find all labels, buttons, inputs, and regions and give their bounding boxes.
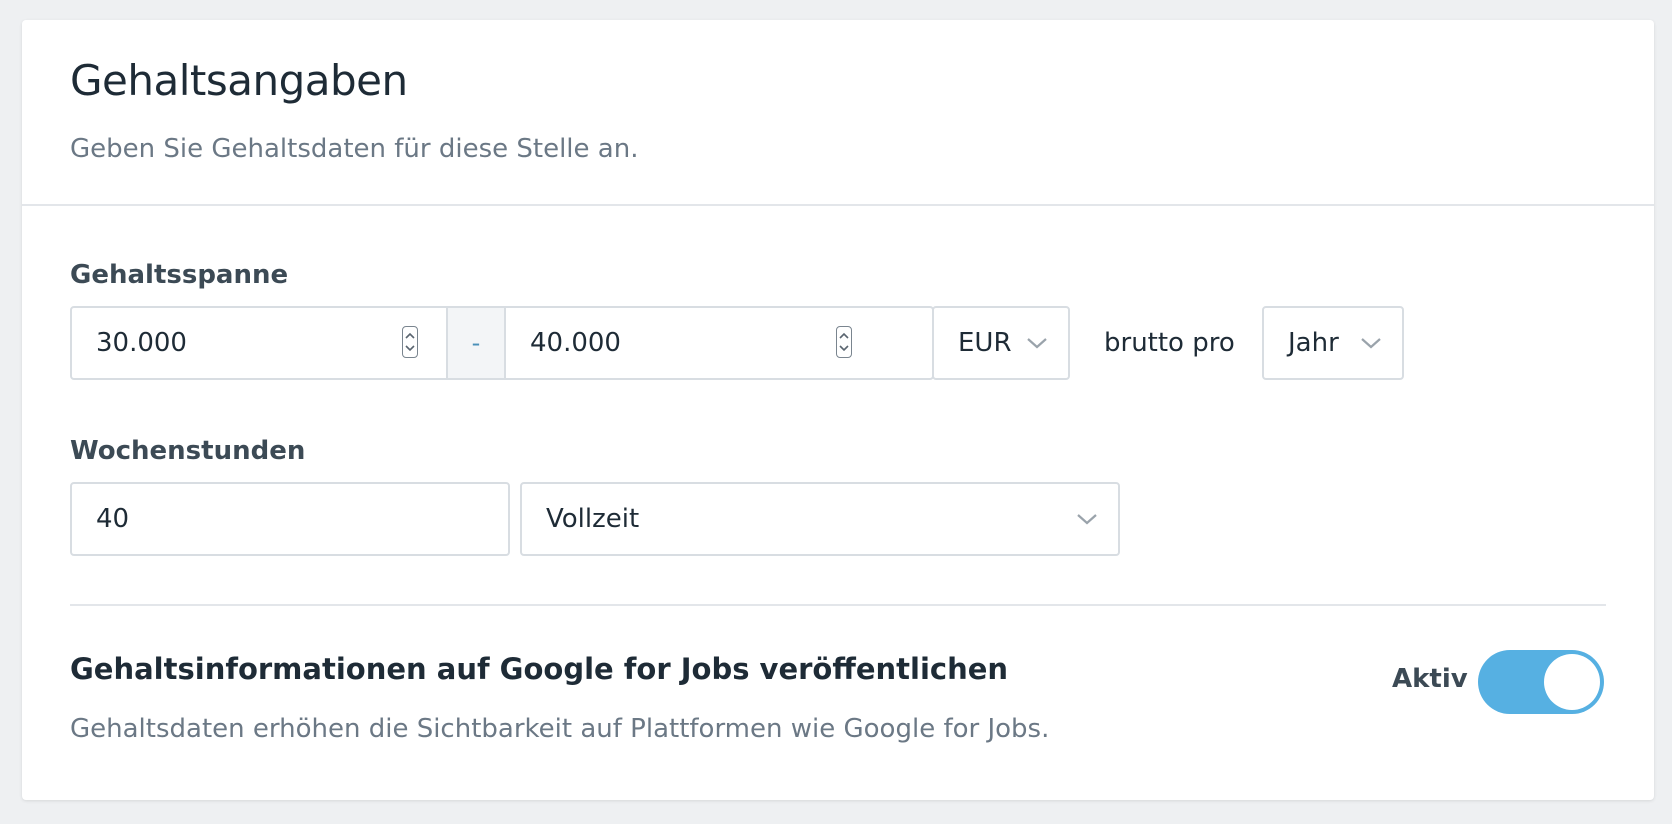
- salary-range-separator: -: [446, 308, 506, 378]
- salary-range-group: 30.000 - 40.000: [70, 306, 934, 380]
- weekly-hours-value: 40: [96, 504, 130, 534]
- salary-min-value: 30.000: [96, 328, 187, 358]
- salary-min-input[interactable]: 30.000: [72, 308, 446, 378]
- gross-per-text: brutto pro: [1104, 328, 1235, 358]
- chevron-down-icon: [1027, 338, 1047, 349]
- salary-min-spinner-icon[interactable]: [402, 326, 418, 358]
- salary-max-value: 40.000: [530, 328, 621, 358]
- employment-type-select[interactable]: Vollzeit: [520, 482, 1120, 556]
- page-title: Gehaltsangaben: [70, 56, 408, 105]
- toggle-label: Aktiv: [1392, 664, 1468, 694]
- toggle-knob: [1544, 654, 1600, 710]
- salary-range-label: Gehaltsspanne: [70, 260, 289, 290]
- publish-description: Gehaltsdaten erhöhen die Sichtbarkeit au…: [70, 714, 1050, 744]
- salary-max-input[interactable]: 40.000: [506, 308, 880, 378]
- currency-value: EUR: [958, 328, 1012, 358]
- period-value: Jahr: [1288, 328, 1339, 358]
- salary-card: Gehaltsangaben Geben Sie Gehaltsdaten fü…: [22, 20, 1654, 800]
- publish-toggle[interactable]: [1478, 650, 1604, 714]
- currency-select[interactable]: EUR: [932, 306, 1070, 380]
- card-header: Gehaltsangaben Geben Sie Gehaltsdaten fü…: [22, 20, 1654, 206]
- weekly-hours-label: Wochenstunden: [70, 436, 306, 466]
- section-divider: [70, 604, 1606, 606]
- weekly-hours-input[interactable]: 40: [70, 482, 510, 556]
- salary-max-spinner-icon[interactable]: [836, 326, 852, 358]
- employment-type-value: Vollzeit: [546, 504, 640, 534]
- period-select[interactable]: Jahr: [1262, 306, 1404, 380]
- page-subtitle: Geben Sie Gehaltsdaten für diese Stelle …: [70, 134, 639, 164]
- publish-title: Gehaltsinformationen auf Google for Jobs…: [70, 652, 1009, 686]
- chevron-down-icon: [1077, 514, 1097, 525]
- chevron-down-icon: [1361, 338, 1381, 349]
